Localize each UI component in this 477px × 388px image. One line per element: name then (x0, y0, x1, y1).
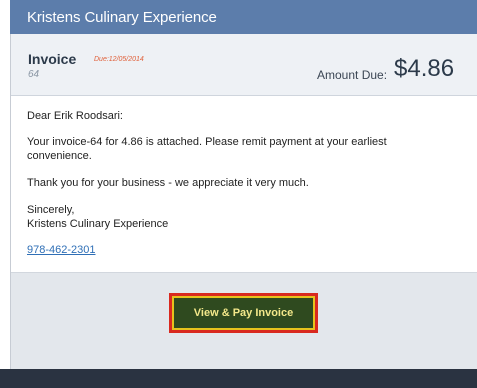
invoice-label: Invoice (28, 51, 77, 67)
phone-link[interactable]: 978-462-2301 (27, 244, 96, 256)
thanks-text: Thank you for your business - we appreci… (27, 177, 309, 189)
sign-off-text: Sincerely, (27, 204, 75, 216)
greeting-text: Dear Erik Roodsari: (27, 110, 123, 122)
invoice-number: 64 (28, 69, 40, 80)
due-date: Due:12/05/2014 (94, 56, 144, 63)
bottom-bar (0, 369, 477, 388)
signature-company: Kristens Culinary Experience (27, 218, 169, 230)
view-pay-invoice-button[interactable]: View & Pay Invoice (169, 293, 318, 333)
company-title: Kristens Culinary Experience (27, 9, 217, 26)
email-header: Kristens Culinary Experience (10, 0, 477, 34)
amount-due-label: Amount Due: (317, 68, 388, 82)
amount-due-value: $4.86 (394, 55, 455, 82)
invoice-message-text: Your invoice-64 for 4.86 is attached. Pl… (27, 136, 387, 162)
invoice-summary-bar: Invoice Due:12/05/2014 64 Amount Due: $4… (11, 34, 477, 96)
message-body: Dear Erik Roodsari: Your invoice-64 for … (11, 96, 477, 273)
